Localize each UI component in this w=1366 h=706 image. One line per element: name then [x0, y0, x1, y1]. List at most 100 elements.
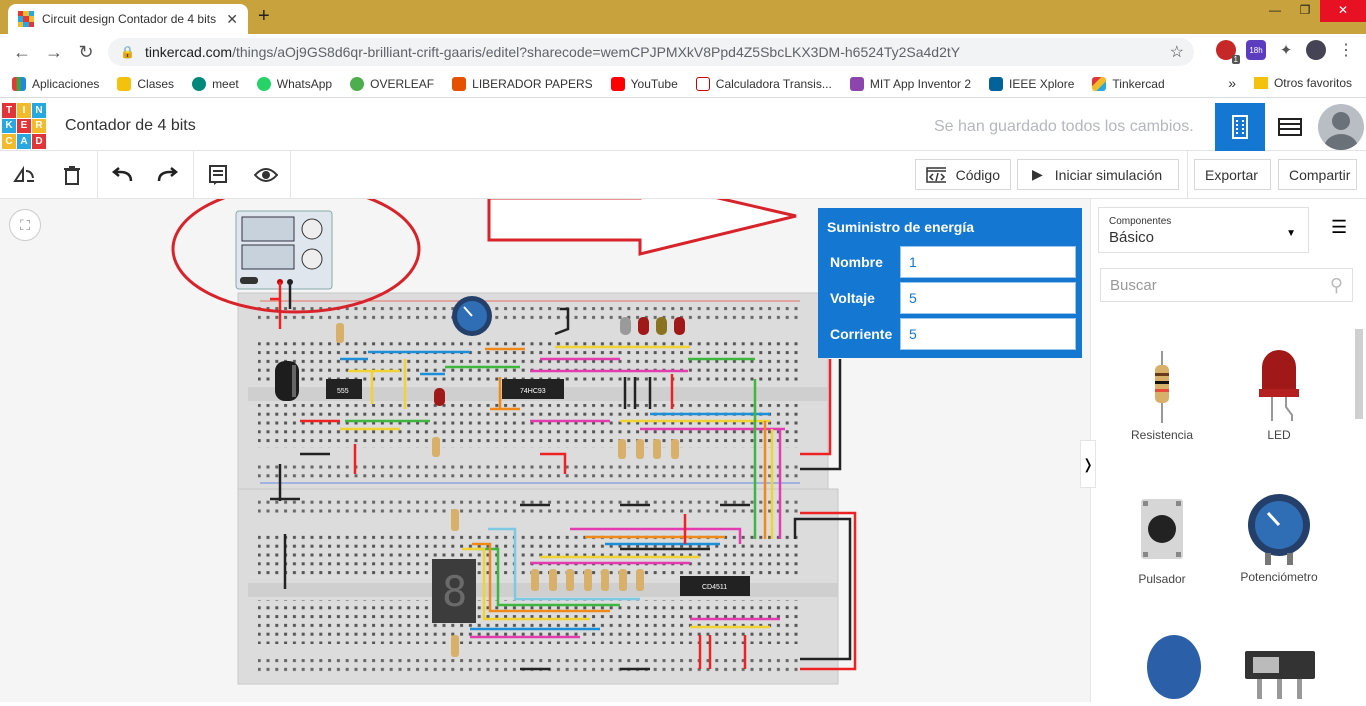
close-tab-icon[interactable]: ✕ — [226, 11, 238, 28]
chip-555[interactable]: 555 — [326, 379, 362, 399]
bookmark-label: Calculadora Transis... — [715, 76, 832, 91]
browser-tab[interactable]: Circuit design Contador de 4 bits ✕ — [8, 4, 248, 34]
led-red[interactable] — [638, 317, 649, 335]
back-icon[interactable]: ← — [6, 42, 38, 63]
delete-icon[interactable] — [58, 161, 86, 189]
tinkercad-logo[interactable]: T I N K E R C A D — [2, 103, 46, 149]
logo-letter: K — [2, 118, 16, 134]
led-icon — [1259, 350, 1299, 421]
notes-icon[interactable] — [204, 161, 232, 189]
slide-switch-icon — [1245, 651, 1315, 699]
bookmark-ieee[interactable]: IEEE Xplore — [989, 76, 1075, 91]
list-view-icon[interactable]: ☰ — [1331, 217, 1347, 238]
other-bookmarks[interactable]: Otros favoritos — [1253, 76, 1352, 90]
play-icon: ▶ — [1032, 166, 1043, 182]
component-capacitor[interactable] — [1119, 633, 1229, 706]
circuit-view-button[interactable] — [1215, 103, 1265, 151]
breadboard-icon — [1232, 115, 1248, 139]
potentiometer[interactable] — [452, 296, 492, 336]
close-window-icon[interactable]: ✕ — [1320, 0, 1366, 22]
component-pushbutton[interactable]: Pulsador — [1107, 495, 1217, 586]
potentiometer-icon — [1248, 494, 1310, 565]
url-field[interactable]: 🔒 tinkercad.com /things/aOj9GS8d6qr-bril… — [108, 38, 1194, 66]
extension-count-badge: 1 — [1231, 55, 1240, 64]
current-field[interactable]: 5 — [900, 318, 1076, 350]
logo-letter: C — [2, 134, 16, 149]
component-potentiometer[interactable]: Potenciómetro — [1224, 491, 1334, 584]
code-button[interactable]: Código — [915, 159, 1011, 190]
bookmark-appinventor[interactable]: MIT App Inventor 2 — [849, 76, 971, 91]
sidebar-scrollbar[interactable] — [1353, 319, 1365, 702]
toolbar: Código ▶ Iniciar simulación Exportar Com… — [0, 151, 1366, 199]
component-led[interactable]: LED — [1224, 345, 1334, 442]
power-supply[interactable] — [235, 210, 333, 290]
bookmark-label: IEEE Xplore — [1009, 76, 1075, 91]
component-search-input[interactable]: Buscar ⚲ — [1100, 268, 1353, 302]
bookmark-youtube[interactable]: YouTube — [610, 76, 678, 91]
properties-title: Suministro de energía — [827, 219, 975, 235]
bookmark-meet[interactable]: meet — [192, 76, 239, 91]
puzzle-icon[interactable]: ✦ — [1276, 40, 1296, 60]
voltage-label: Voltaje — [830, 290, 875, 306]
seven-segment-display[interactable]: 8 — [432, 559, 476, 623]
forward-icon[interactable]: → — [38, 42, 70, 63]
bookmark-label: Aplicaciones — [32, 76, 100, 91]
bookmark-whatsapp[interactable]: WhatsApp — [256, 76, 332, 91]
logo-letter: D — [32, 134, 46, 149]
logo-letter: R — [32, 118, 46, 134]
restore-icon[interactable]: ❐ — [1290, 0, 1320, 22]
voltage-field[interactable]: 5 — [900, 282, 1076, 314]
overleaf-icon — [350, 76, 365, 91]
led-olive[interactable] — [656, 317, 667, 335]
electrolytic-capacitor[interactable] — [275, 361, 299, 401]
chip-cd4511[interactable]: CD4511 — [680, 576, 750, 596]
bookmarks-overflow-icon[interactable]: » — [1228, 75, 1236, 91]
youtube-icon — [610, 76, 625, 91]
component-list-view-button[interactable] — [1265, 103, 1315, 151]
browser-tab-strip: Circuit design Contador de 4 bits ✕ + — … — [0, 0, 1366, 34]
profile-icon[interactable] — [1306, 40, 1326, 60]
components-dropdown[interactable]: Componentes Básico ▼ — [1098, 207, 1309, 253]
redo-icon[interactable] — [154, 161, 182, 189]
bookmark-liberador[interactable]: LIBERADOR PAPERS — [452, 76, 593, 91]
toolbar-separator — [1187, 151, 1188, 199]
minimize-icon[interactable]: — — [1260, 0, 1290, 22]
export-button[interactable]: Exportar — [1194, 159, 1271, 190]
component-slideswitch[interactable] — [1224, 645, 1334, 706]
bookmark-calculadora[interactable]: Calculadora Transis... — [695, 76, 832, 91]
lock-icon: 🔒 — [120, 45, 135, 59]
components-dropdown-value: Básico — [1109, 229, 1155, 246]
bookmark-apps[interactable]: Aplicaciones — [12, 76, 100, 91]
visibility-icon[interactable] — [252, 161, 280, 189]
name-field[interactable]: 1 — [900, 246, 1076, 278]
chip-74hc93[interactable]: 74HC93 — [502, 379, 564, 399]
undo-icon[interactable] — [108, 161, 136, 189]
tinkercad-icon — [1092, 76, 1107, 91]
design-title[interactable]: Contador de 4 bits — [65, 117, 196, 135]
led-red[interactable] — [674, 317, 685, 335]
user-avatar[interactable] — [1318, 104, 1364, 150]
share-button[interactable]: Compartir — [1278, 159, 1357, 190]
start-simulation-button[interactable]: ▶ Iniciar simulación — [1017, 159, 1179, 190]
component-resistor[interactable]: Resistencia — [1107, 349, 1217, 442]
reload-icon[interactable]: ↻ — [70, 42, 102, 63]
chip-74hc93-label: 74HC93 — [520, 388, 546, 395]
led-gray[interactable] — [620, 317, 631, 335]
extension-red-icon[interactable]: 1 — [1216, 40, 1240, 64]
bookmark-clases[interactable]: Clases — [117, 76, 174, 91]
property-row-current: Corriente 5 — [824, 318, 1076, 350]
annotation-arrow — [487, 199, 797, 256]
bookmark-star-icon[interactable]: ☆ — [1170, 42, 1184, 62]
chrome-menu-icon[interactable]: ⋮ — [1336, 40, 1356, 60]
bookmark-tinkercad[interactable]: Tinkercad — [1092, 76, 1165, 91]
property-row-voltage: Voltaje 5 — [824, 282, 1076, 314]
resistor-icon — [1155, 351, 1169, 423]
extension-calendar-icon[interactable]: 18h — [1246, 40, 1266, 60]
svg-text:8: 8 — [442, 567, 467, 616]
bookmark-overleaf[interactable]: OVERLEAF — [350, 76, 434, 91]
rotate-icon[interactable] — [10, 161, 38, 189]
new-tab-button[interactable]: + — [258, 5, 270, 28]
scrollbar-thumb[interactable] — [1355, 329, 1363, 419]
sidebar-collapse-icon[interactable]: ❭ — [1080, 440, 1096, 488]
led-red[interactable] — [434, 388, 445, 406]
